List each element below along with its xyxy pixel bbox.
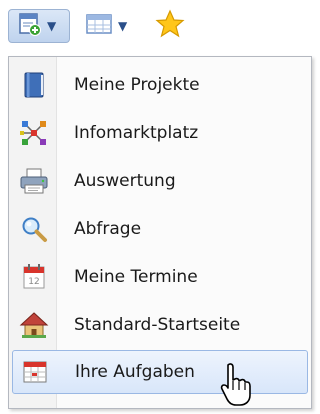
book-icon — [12, 63, 56, 107]
view-dropdown-button[interactable]: ▼ — [84, 9, 140, 43]
star-icon — [155, 9, 185, 43]
menu-item-label: Infomarktplatz — [74, 123, 199, 143]
hand-cursor-icon — [218, 362, 254, 412]
magnifier-icon — [12, 207, 56, 251]
calendar-icon: 12 — [12, 255, 56, 299]
menu-item-auswertung[interactable]: Auswertung — [12, 159, 308, 203]
new-page-dropdown-button[interactable]: ▼ — [8, 9, 70, 43]
menu-item-standard-startseite[interactable]: Standard-Startseite — [12, 303, 308, 347]
home-icon — [12, 303, 56, 347]
svg-text:12: 12 — [28, 277, 39, 287]
new-document-icon — [17, 11, 43, 41]
menu-item-label: Standard-Startseite — [74, 315, 241, 335]
menu-item-ihre-aufgaben[interactable]: Ihre Aufgaben — [12, 350, 308, 394]
task-calendar-icon — [13, 350, 57, 394]
table-view-icon — [84, 11, 114, 41]
menu-item-label: Auswertung — [74, 171, 176, 191]
menu-item-label: Meine Projekte — [74, 75, 200, 95]
menu-item-label: Abfrage — [74, 219, 142, 239]
menu-item-label: Ihre Aufgaben — [75, 362, 195, 382]
chevron-down-icon: ▼ — [118, 19, 128, 33]
menu-item-meine-projekte[interactable]: Meine Projekte — [12, 63, 308, 107]
favorites-button[interactable] — [154, 9, 186, 43]
network-icon — [12, 111, 56, 155]
menu-item-label: Meine Termine — [74, 267, 198, 287]
printer-icon — [12, 159, 56, 203]
toolbar: ▼ ▼ — [0, 0, 318, 60]
menu-item-infomarktplatz[interactable]: Infomarktplatz — [12, 111, 308, 155]
menu-item-meine-termine[interactable]: 12 Meine Termine — [12, 255, 308, 299]
start-page-menu: Meine Projekte Infomarktplatz Auswertung… — [8, 56, 312, 409]
app-stage: ▼ ▼ Meine Projekte Infomarktplatz Auswer… — [0, 0, 318, 414]
menu-item-abfrage[interactable]: Abfrage — [12, 207, 308, 251]
chevron-down-icon: ▼ — [47, 19, 57, 33]
